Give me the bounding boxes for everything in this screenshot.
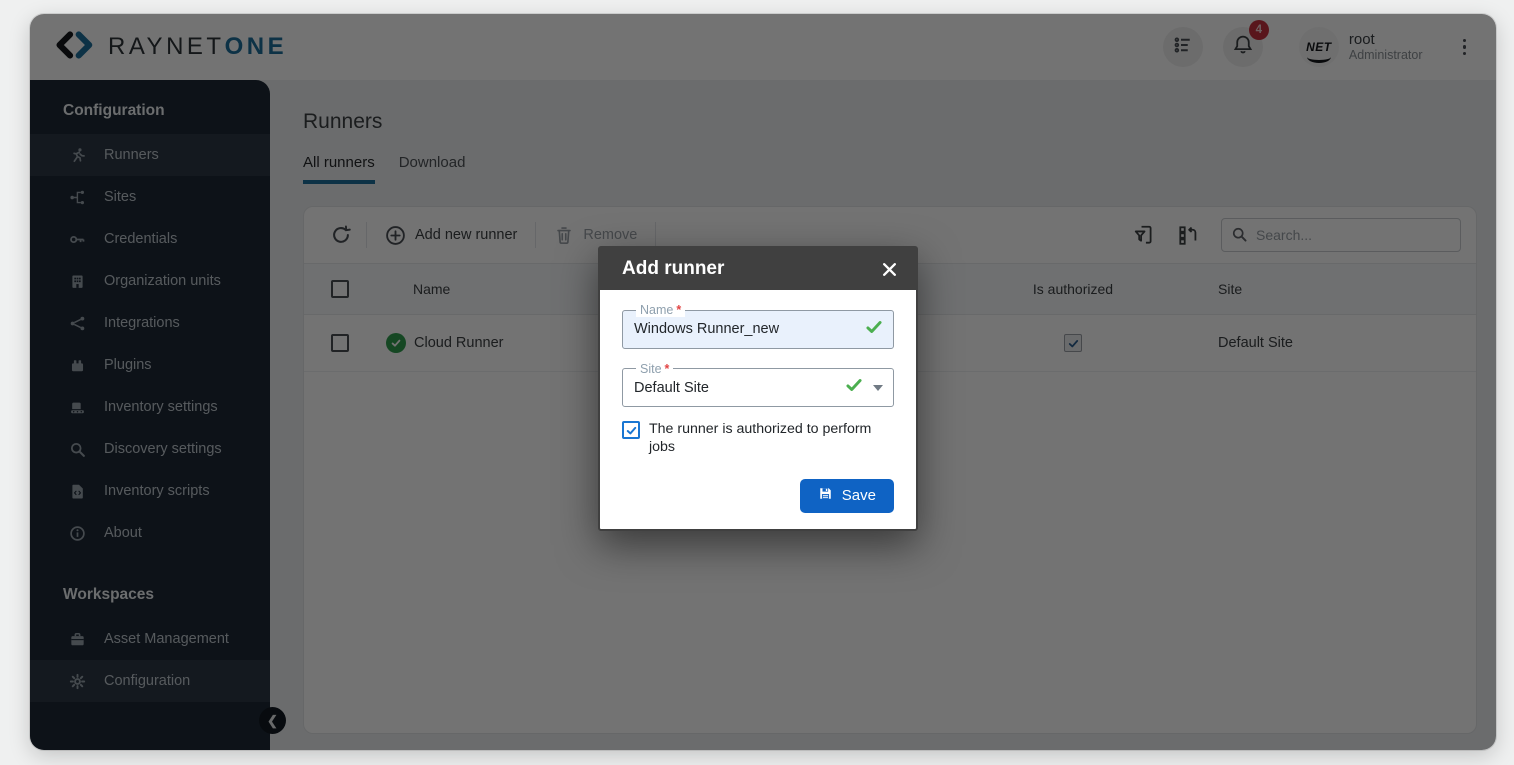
authorized-checkbox[interactable] [622, 421, 640, 439]
authorized-checkbox-label[interactable]: The runner is authorized to perform jobs [649, 421, 894, 457]
site-select[interactable] [634, 378, 835, 398]
add-runner-dialog: Add runner Name* Site* [598, 246, 918, 531]
authorized-checkbox-row: The runner is authorized to perform jobs [622, 421, 894, 457]
dialog-title: Add runner [622, 258, 724, 280]
name-field: Name* [622, 304, 894, 349]
required-mark: * [665, 362, 670, 376]
valid-check-icon [845, 376, 863, 399]
floppy-save-icon [818, 486, 833, 505]
site-field: Site* [622, 363, 894, 408]
dropdown-caret-icon[interactable] [873, 385, 883, 391]
required-mark: * [676, 303, 681, 317]
screen: RAYNETONE [0, 0, 1514, 765]
close-button[interactable] [874, 254, 904, 284]
save-button[interactable]: Save [800, 479, 894, 513]
valid-check-icon [865, 318, 883, 341]
dialog-titlebar: Add runner [600, 248, 916, 290]
name-input[interactable] [634, 319, 855, 339]
dialog-body: Name* Site* [600, 290, 916, 529]
